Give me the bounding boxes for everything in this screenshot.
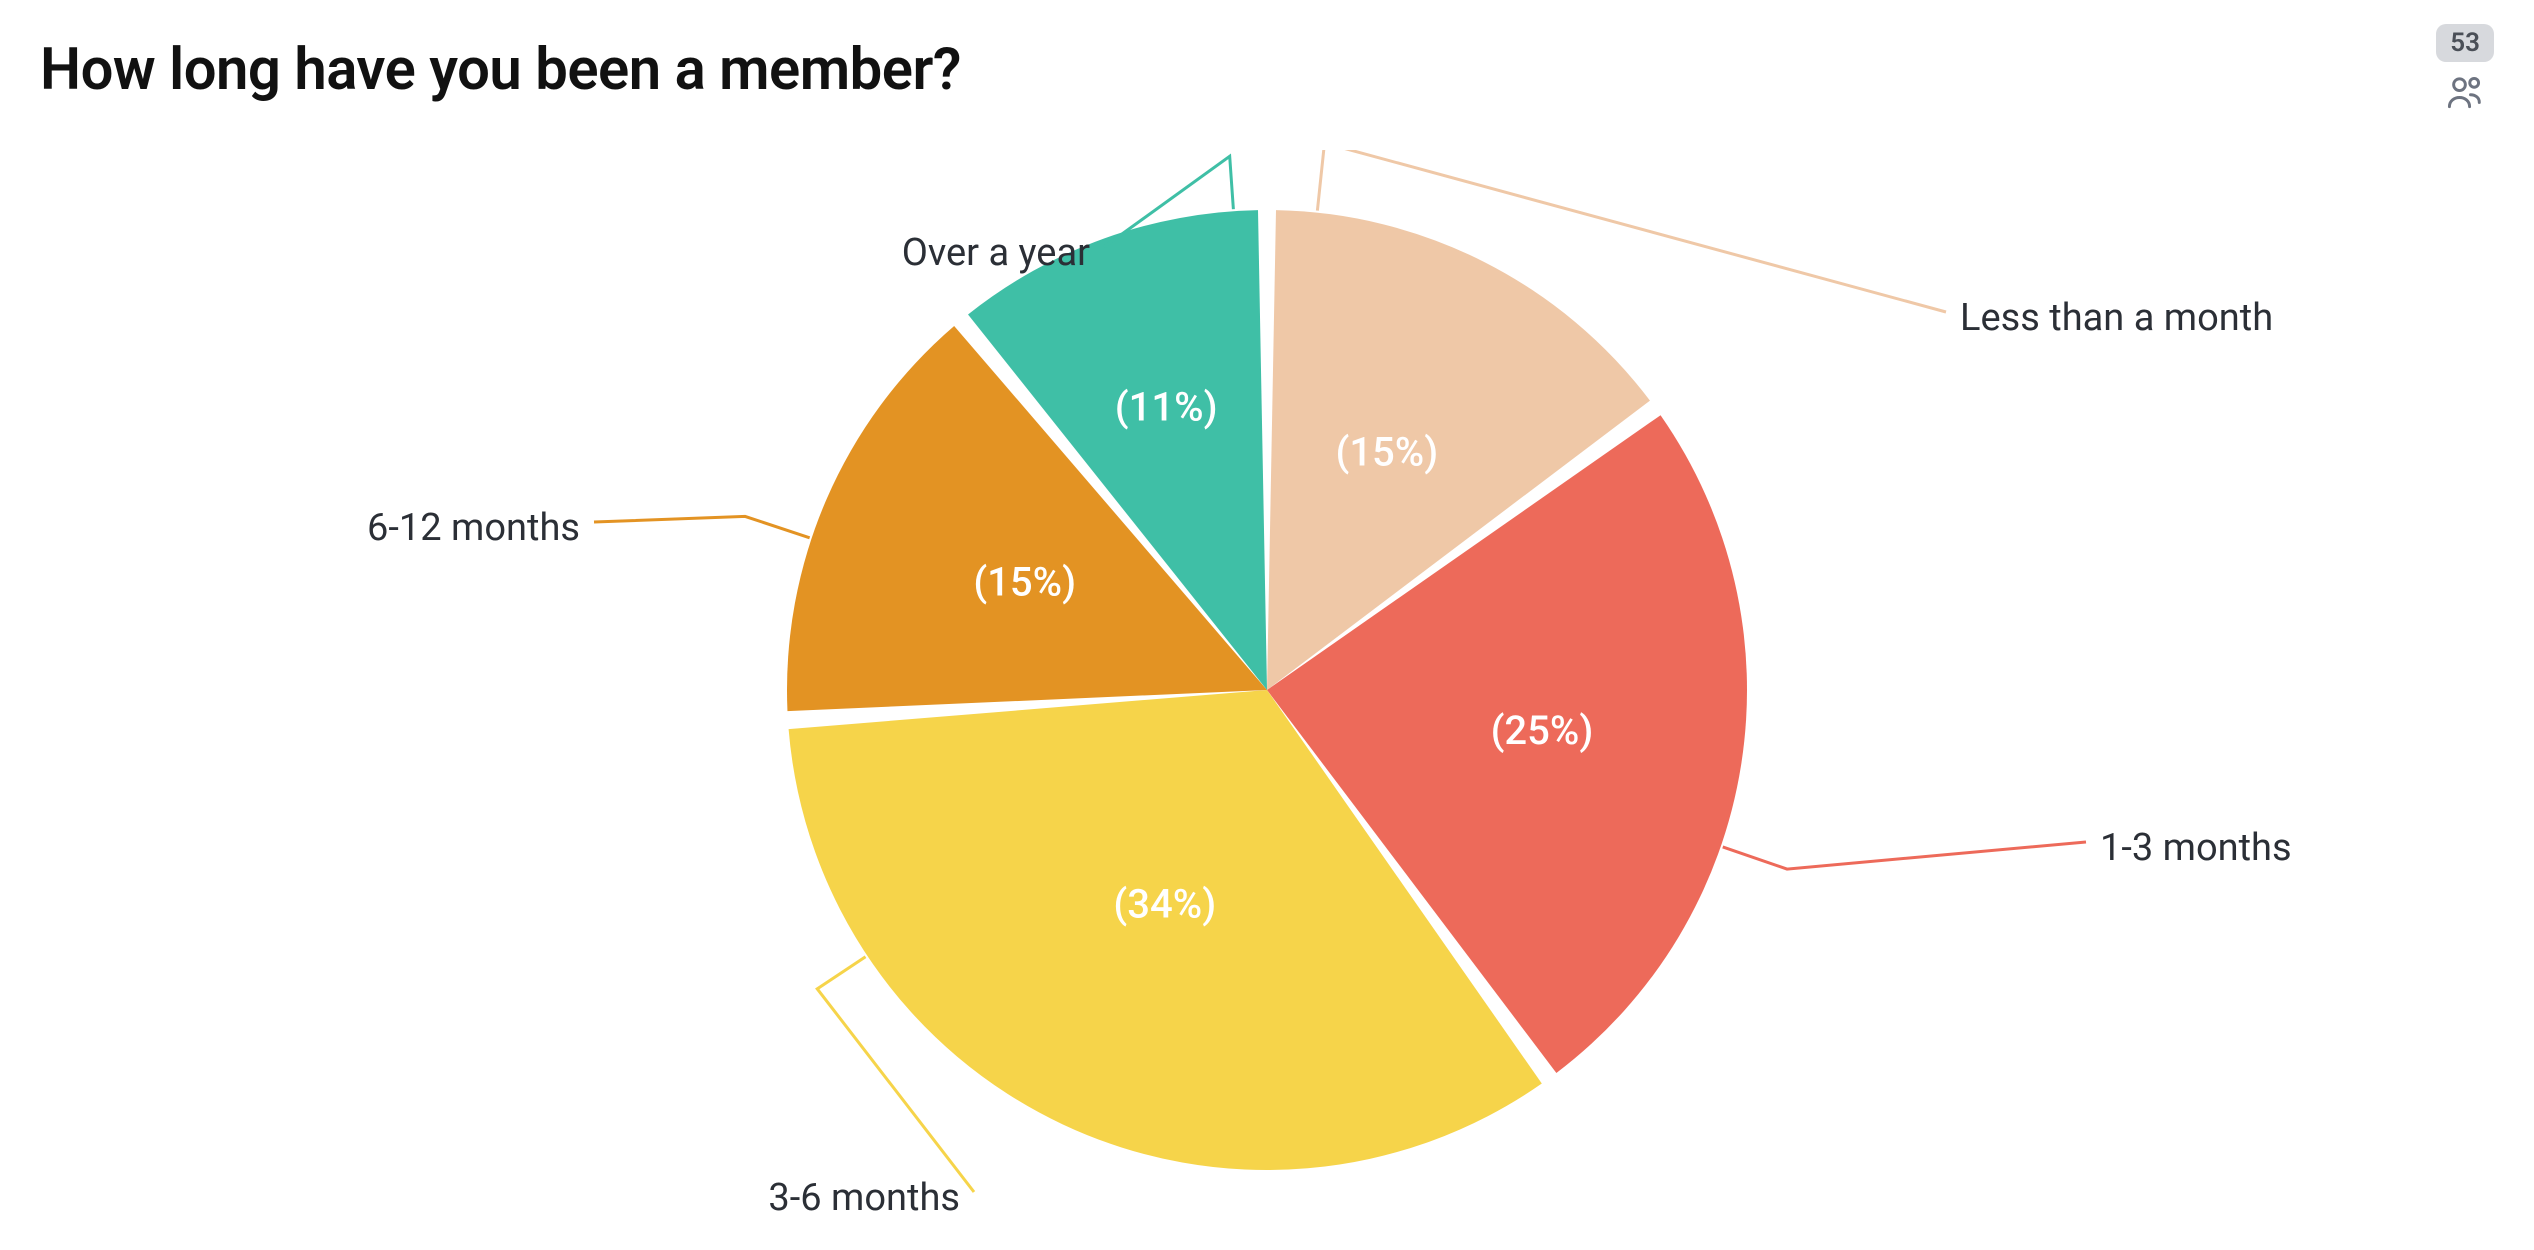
slice-percent-label: (34%) xyxy=(1113,881,1216,928)
response-count-badge: 53 xyxy=(2436,24,2494,62)
slice-category-label: Over a year xyxy=(902,231,1090,275)
slice-percent-label: (25%) xyxy=(1491,707,1594,754)
slice-percent-label: (15%) xyxy=(973,559,1076,606)
response-count-area: 53 xyxy=(2436,24,2494,114)
slice-category-label: 1-3 months xyxy=(2100,826,2292,870)
slice-category-label: 6-12 months xyxy=(367,506,580,550)
pie-chart: (15%) Less than a month (25%) 1-3 months (34… xyxy=(0,150,2534,1230)
slice-category-label: 3-6 months xyxy=(768,1176,960,1220)
slice-percent-label: (15%) xyxy=(1335,428,1438,475)
leader-line xyxy=(1723,842,2086,869)
people-icon xyxy=(2443,70,2487,114)
slice-category-label: Less than a month xyxy=(1960,296,2273,340)
chart-title: How long have you been a member? xyxy=(40,36,961,104)
slice-percent-label: (11%) xyxy=(1115,384,1218,431)
leader-line xyxy=(594,516,810,537)
